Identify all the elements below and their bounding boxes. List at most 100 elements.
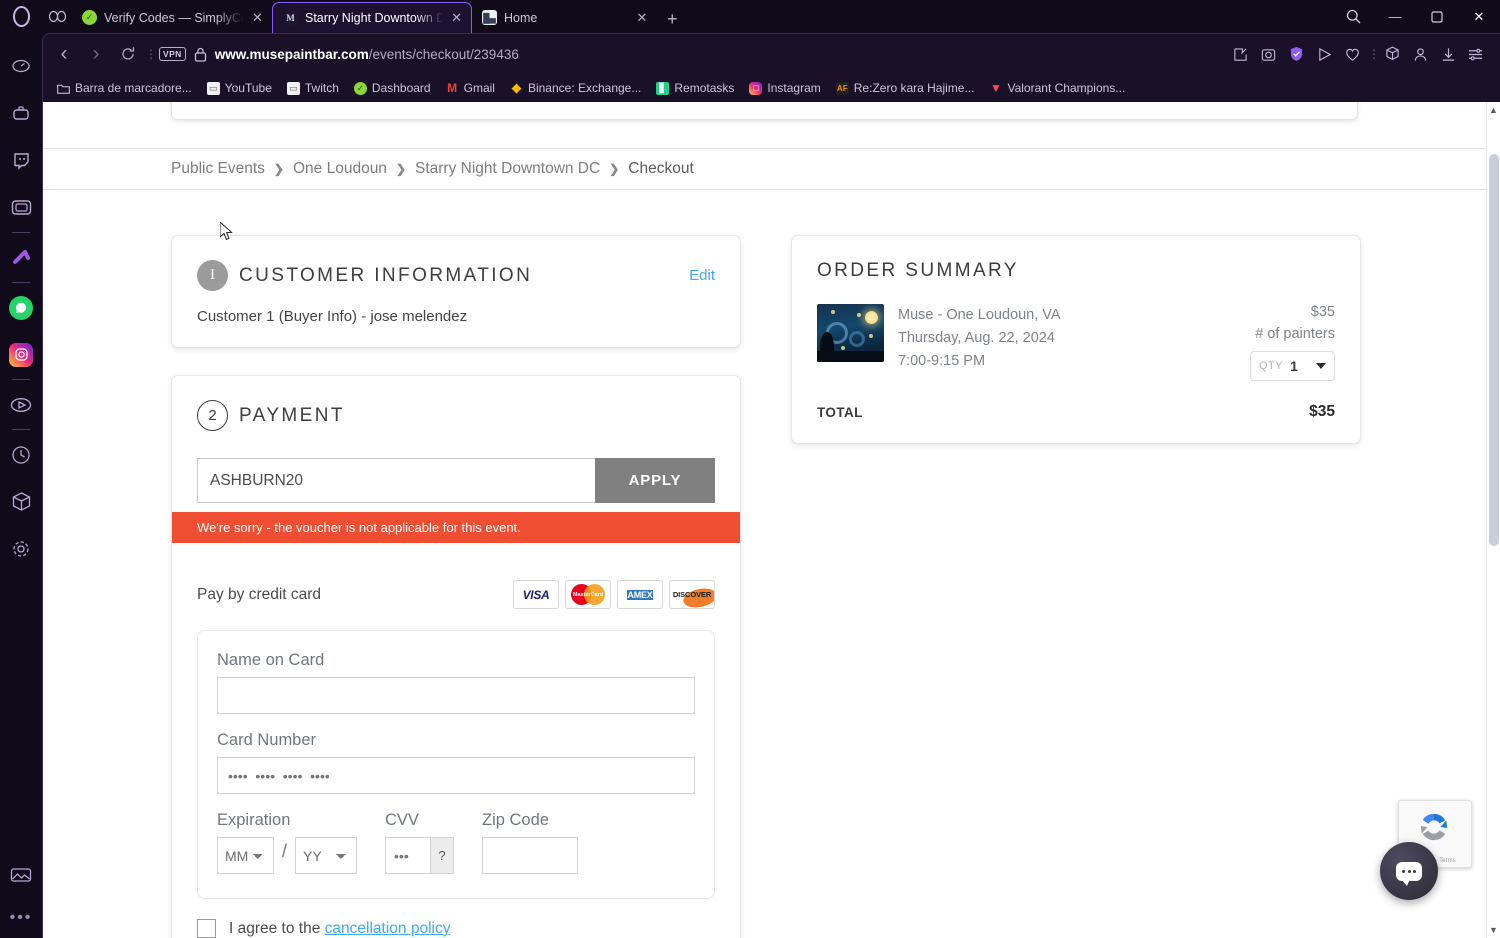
tab-islands-icon[interactable] xyxy=(42,0,72,33)
snapshot-icon[interactable] xyxy=(1256,41,1280,67)
whatsapp-icon[interactable] xyxy=(0,284,42,331)
cube-icon[interactable] xyxy=(1380,41,1404,67)
bookmark-item[interactable]: M Gmail xyxy=(440,79,501,97)
expiration-month-select[interactable]: MM xyxy=(217,837,274,874)
scroll-down-arrow-icon[interactable]: ▼ xyxy=(1487,922,1500,938)
name-on-card-input[interactable] xyxy=(217,677,695,714)
tab-title: Home xyxy=(504,10,538,25)
valorant-icon: ▼ xyxy=(990,81,1002,95)
player-icon[interactable] xyxy=(0,184,42,231)
gear-icon[interactable] xyxy=(0,525,42,572)
scrollbar-thumb[interactable] xyxy=(1489,154,1499,546)
tab-close-icon[interactable]: ✕ xyxy=(635,10,649,26)
bookmark-item[interactable]: AF Re:Zero kara Hajime... xyxy=(830,79,981,97)
pinterest-icon[interactable] xyxy=(0,234,42,281)
edit-customer-link[interactable]: Edit xyxy=(689,267,715,284)
twitch-icon[interactable] xyxy=(0,137,42,184)
agree-policy-checkbox[interactable] xyxy=(197,919,216,938)
sidebar-divider xyxy=(12,379,30,380)
notes-icon[interactable] xyxy=(1228,41,1252,67)
forward-button[interactable]: › xyxy=(81,39,111,69)
gallery-icon[interactable] xyxy=(0,851,42,898)
checkout-right-column: ORDER SUMMARY Muse - One Loudoun, VA Thu… xyxy=(791,235,1361,444)
qty-label: QTY xyxy=(1259,360,1284,372)
breadcrumb-separator-icon: ❯ xyxy=(273,162,284,176)
download-icon[interactable] xyxy=(1436,41,1460,67)
breadcrumb-item-starry-night[interactable]: Starry Night Downtown DC xyxy=(415,160,600,178)
visa-label: VISA xyxy=(522,587,550,602)
bookmark-item[interactable]: ▼ Valorant Champions... xyxy=(983,79,1131,97)
order-item-price: $35 xyxy=(1310,304,1335,320)
shield-check-icon[interactable] xyxy=(1284,41,1308,67)
toolbar-divider-dots: ⋮ xyxy=(145,47,157,61)
back-button[interactable]: ‹ xyxy=(49,39,79,69)
payment-header: 2 PAYMENT xyxy=(197,400,715,431)
browser-tab-1[interactable]: M Starry Night Downtown DC ✕ xyxy=(272,2,472,33)
agree-policy-row: I agree to the cancellation policy xyxy=(197,919,715,938)
card-number-input[interactable] xyxy=(217,757,695,794)
voucher-code-input[interactable] xyxy=(197,458,595,503)
bookmark-item[interactable]: ▭ Twitch xyxy=(281,79,345,97)
muse-paintbar-icon: M xyxy=(283,10,298,26)
close-window-button[interactable]: ✕ xyxy=(1458,0,1500,33)
chat-widget-button[interactable] xyxy=(1380,842,1438,900)
green-check-icon: ✓ xyxy=(353,81,367,95)
cancellation-policy-link[interactable]: cancellation policy xyxy=(325,920,451,937)
heart-icon[interactable] xyxy=(1340,41,1364,67)
bookmark-item[interactable]: ✓ Dashboard xyxy=(348,79,437,97)
instagram-icon[interactable] xyxy=(0,331,42,378)
expiration-year-select[interactable]: YY xyxy=(295,837,358,874)
quantity-selector[interactable]: QTY 1 xyxy=(1250,351,1335,381)
cvv-label: CVV xyxy=(385,811,419,829)
maximize-restore-button[interactable] xyxy=(1416,0,1458,33)
bookmark-item[interactable]: ▭ YouTube xyxy=(201,79,278,97)
browser-tab-0[interactable]: ✓ Verify Codes — SimplyCod ✕ xyxy=(72,2,272,33)
bookmark-item[interactable]: □ Instagram xyxy=(743,79,826,97)
bookmark-item[interactable]: Barra de marcadore... xyxy=(51,79,198,97)
voucher-row: APPLY xyxy=(197,458,715,503)
more-dots-icon[interactable]: ••• xyxy=(0,898,42,938)
reload-button[interactable] xyxy=(113,39,143,69)
minimize-button[interactable]: — xyxy=(1374,0,1416,33)
vpn-badge[interactable]: VPN xyxy=(159,47,186,61)
address-bar[interactable]: www.musepaintbar.com/events/checkout/239… xyxy=(215,47,519,62)
history-icon[interactable] xyxy=(0,431,42,478)
zip-code-input[interactable] xyxy=(482,837,579,874)
cube-icon[interactable] xyxy=(0,478,42,525)
video-icon[interactable] xyxy=(0,381,42,428)
order-summary-details: Muse - One Loudoun, VA Thursday, Aug. 22… xyxy=(898,304,1201,381)
profile-icon[interactable] xyxy=(1408,41,1432,67)
expiration-label: Expiration xyxy=(217,811,291,829)
cvv-input[interactable] xyxy=(385,837,431,874)
settings-sliders-icon[interactable] xyxy=(1464,41,1488,67)
lock-icon[interactable] xyxy=(194,47,207,62)
search-icon[interactable] xyxy=(1332,0,1374,33)
breadcrumb-item-public-events[interactable]: Public Events xyxy=(171,160,265,178)
visa-icon: VISA xyxy=(513,580,559,609)
breadcrumb-item-one-loudoun[interactable]: One Loudoun xyxy=(293,160,387,178)
scroll-up-arrow-icon[interactable]: ▲ xyxy=(1487,102,1500,118)
credit-card-form: Name on Card Card Number Expiration xyxy=(197,630,715,899)
speedometer-icon[interactable] xyxy=(0,43,42,90)
total-value: $35 xyxy=(1309,403,1335,420)
browser-sidebar: ••• xyxy=(0,33,42,938)
bookmark-label: Barra de marcadore... xyxy=(75,81,192,95)
toolbar-divider-dots: ⋮ xyxy=(1368,47,1380,61)
apply-voucher-button[interactable]: APPLY xyxy=(595,458,715,503)
cvv-help-icon[interactable]: ? xyxy=(430,837,455,874)
new-tab-button[interactable]: + xyxy=(657,9,688,33)
checkout-columns: I CUSTOMER INFORMATION Edit Customer 1 (… xyxy=(43,190,1486,938)
tab-close-icon[interactable]: ✕ xyxy=(450,10,463,26)
bookmark-item[interactable]: ◆ Binance: Exchange... xyxy=(504,79,647,97)
tab-close-icon[interactable]: ✕ xyxy=(251,10,264,26)
browser-tab-2[interactable]: █▄ Home ✕ xyxy=(472,2,657,33)
messenger-icon[interactable] xyxy=(0,90,42,137)
customer-information-header: I CUSTOMER INFORMATION Edit xyxy=(197,260,715,291)
venue-location-card-partial[interactable]: ❖ VA - One Loudoun ▼ xyxy=(171,102,1358,120)
opera-logo-icon[interactable] xyxy=(0,0,42,33)
bookmark-label: Gmail xyxy=(463,81,495,95)
chevron-down-icon xyxy=(1316,363,1326,369)
page-scrollbar[interactable]: ▲ ▼ xyxy=(1486,102,1500,938)
send-icon[interactable] xyxy=(1312,41,1336,67)
bookmark-item[interactable]: ▋ Remotasks xyxy=(650,79,740,97)
